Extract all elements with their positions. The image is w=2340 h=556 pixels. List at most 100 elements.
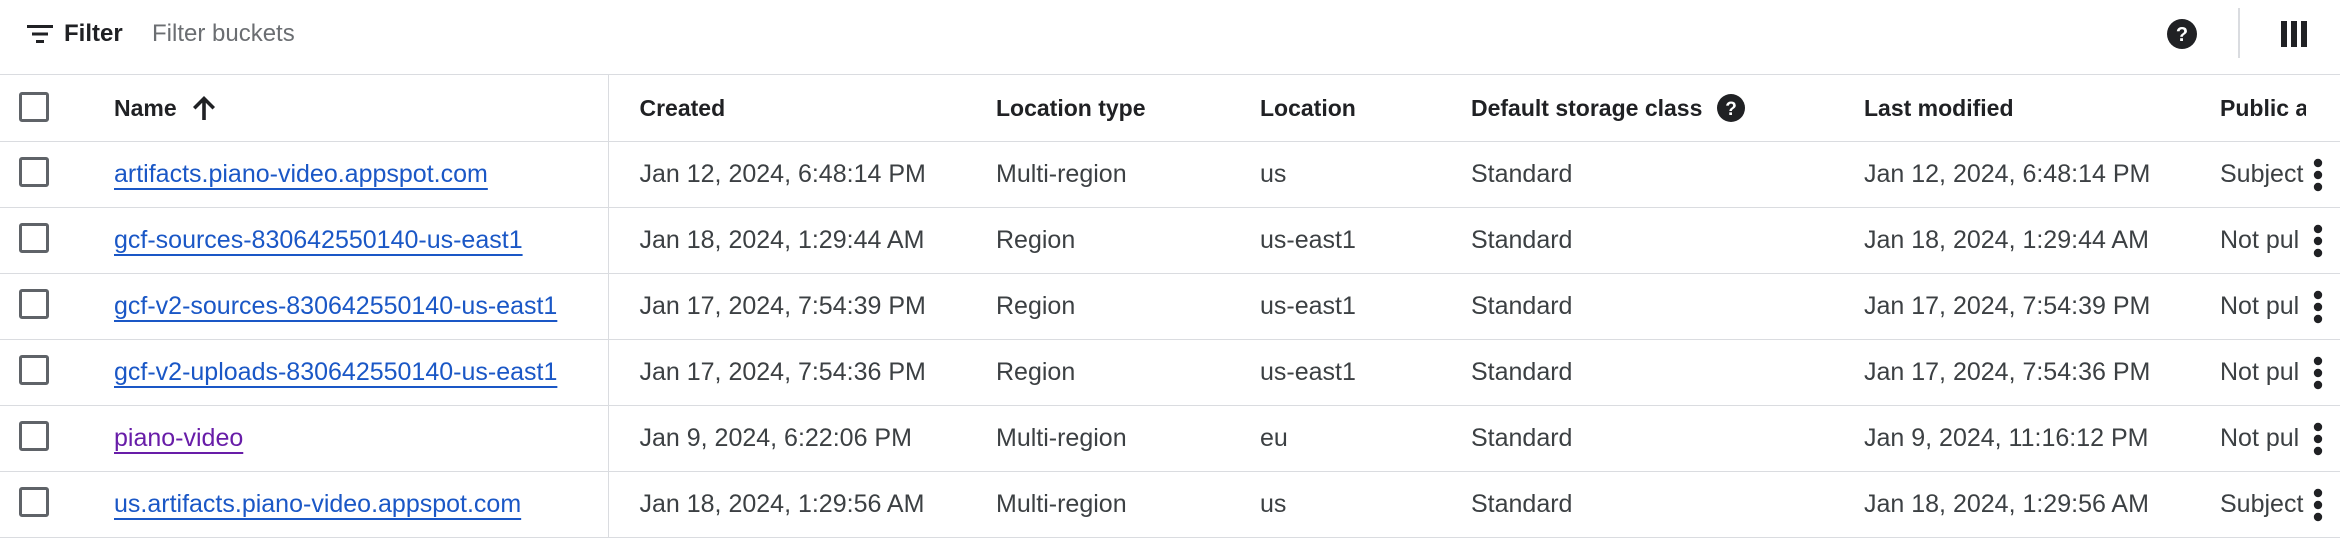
- help-circle-icon[interactable]: ?: [1716, 93, 1746, 123]
- column-header-actions: [2306, 74, 2340, 142]
- bucket-name-cell: gcf-v2-uploads-830642550140-us-east1: [114, 339, 609, 406]
- svg-text:?: ?: [1726, 99, 1738, 120]
- storage-class-cell: Standard: [1471, 207, 1864, 274]
- bucket-name-link[interactable]: us.artifacts.piano-video.appspot.com: [114, 490, 521, 518]
- location-type-cell: Multi-region: [996, 471, 1260, 538]
- bucket-name-link[interactable]: gcf-sources-830642550140-us-east1: [114, 226, 523, 254]
- row-actions-cell: [2306, 273, 2340, 340]
- last-modified-cell: Jan 12, 2024, 6:48:14 PM: [1864, 141, 2220, 208]
- bucket-name-link[interactable]: gcf-v2-uploads-830642550140-us-east1: [114, 358, 557, 386]
- row-actions-cell: [2306, 141, 2340, 208]
- public-access-cell: Not pul: [2220, 339, 2306, 406]
- row-checkbox[interactable]: [19, 354, 49, 385]
- storage-class-cell: Standard: [1471, 405, 1864, 472]
- location-cell: us-east1: [1260, 339, 1471, 406]
- row-actions-cell: [2306, 207, 2340, 274]
- created-cell: Jan 17, 2024, 7:54:36 PM: [608, 339, 996, 406]
- location-type-cell: Region: [996, 273, 1260, 340]
- row-select-cell: [0, 405, 114, 472]
- column-header-location-type[interactable]: Location type: [996, 74, 1260, 142]
- filter-label: Filter: [64, 20, 123, 47]
- row-actions-cell: [2306, 471, 2340, 538]
- bucket-name-cell: gcf-v2-sources-830642550140-us-east1: [114, 273, 609, 340]
- bucket-name-link[interactable]: gcf-v2-sources-830642550140-us-east1: [114, 292, 557, 320]
- row-checkbox[interactable]: [19, 222, 49, 253]
- bucket-name-link[interactable]: piano-video: [114, 424, 243, 452]
- created-cell: Jan 18, 2024, 1:29:44 AM: [608, 207, 996, 274]
- column-header-name-label: Name: [114, 94, 177, 121]
- storage-class-cell: Standard: [1471, 273, 1864, 340]
- created-cell: Jan 12, 2024, 6:48:14 PM: [608, 141, 996, 208]
- row-checkbox[interactable]: [19, 486, 49, 517]
- column-header-name[interactable]: Name: [114, 74, 609, 142]
- bucket-name-link[interactable]: artifacts.piano-video.appspot.com: [114, 160, 488, 188]
- select-all-checkbox[interactable]: [19, 92, 49, 122]
- table-row: gcf-sources-830642550140-us-east1 Jan 18…: [0, 207, 2340, 274]
- column-display-icon[interactable]: [2281, 20, 2307, 48]
- location-type-cell: Region: [996, 207, 1260, 274]
- arrow-up-icon[interactable]: [191, 94, 217, 122]
- row-checkbox[interactable]: [19, 420, 49, 451]
- row-select-cell: [0, 141, 114, 208]
- bucket-name-cell: us.artifacts.piano-video.appspot.com: [114, 471, 609, 538]
- column-header-storage-class[interactable]: Default storage class ?: [1471, 74, 1864, 142]
- location-type-cell: Multi-region: [996, 405, 1260, 472]
- filter-lines-icon: [27, 25, 53, 43]
- last-modified-cell: Jan 18, 2024, 1:29:56 AM: [1864, 471, 2220, 538]
- public-access-cell: Not pul: [2220, 207, 2306, 274]
- table-toolbar: Filter ?: [0, 0, 2340, 68]
- row-actions-cell: [2306, 339, 2340, 406]
- more-vert-icon[interactable]: [2312, 422, 2324, 456]
- table-row: piano-video Jan 9, 2024, 6:22:06 PM Mult…: [0, 405, 2340, 472]
- created-cell: Jan 9, 2024, 6:22:06 PM: [608, 405, 996, 472]
- column-header-storage-class-label: Default storage class: [1471, 94, 1703, 121]
- location-cell: eu: [1260, 405, 1471, 472]
- table-row: gcf-v2-sources-830642550140-us-east1 Jan…: [0, 273, 2340, 340]
- location-type-cell: Multi-region: [996, 141, 1260, 208]
- created-cell: Jan 17, 2024, 7:54:39 PM: [608, 273, 996, 340]
- row-select-cell: [0, 471, 114, 538]
- row-checkbox[interactable]: [19, 156, 49, 187]
- bucket-name-cell: gcf-sources-830642550140-us-east1: [114, 207, 609, 274]
- more-vert-icon[interactable]: [2312, 224, 2324, 258]
- column-header-public-access[interactable]: Public a: [2220, 74, 2306, 142]
- svg-text:?: ?: [2176, 24, 2188, 46]
- select-all-cell: [0, 74, 114, 142]
- bucket-name-cell: piano-video: [114, 405, 609, 472]
- storage-class-cell: Standard: [1471, 141, 1864, 208]
- public-access-cell: Subject: [2220, 471, 2306, 538]
- column-header-location[interactable]: Location: [1260, 74, 1471, 142]
- toolbar-divider: [2238, 8, 2240, 58]
- help-circle-icon[interactable]: ?: [2165, 17, 2199, 51]
- more-vert-icon[interactable]: [2312, 488, 2324, 522]
- buckets-table-container: Name Created Location type Location Defa…: [0, 74, 2340, 540]
- buckets-table: Name Created Location type Location Defa…: [0, 74, 2340, 538]
- row-select-cell: [0, 273, 114, 340]
- location-cell: us-east1: [1260, 207, 1471, 274]
- filter-button[interactable]: Filter: [26, 14, 123, 54]
- column-header-last-modified[interactable]: Last modified: [1864, 74, 2220, 142]
- location-cell: us: [1260, 471, 1471, 538]
- storage-class-cell: Standard: [1471, 339, 1864, 406]
- table-row: us.artifacts.piano-video.appspot.com Jan…: [0, 471, 2340, 538]
- table-header-row: Name Created Location type Location Defa…: [0, 74, 2340, 142]
- table-row: gcf-v2-uploads-830642550140-us-east1 Jan…: [0, 339, 2340, 406]
- row-actions-cell: [2306, 405, 2340, 472]
- last-modified-cell: Jan 17, 2024, 7:54:39 PM: [1864, 273, 2220, 340]
- column-header-created[interactable]: Created: [608, 74, 996, 142]
- public-access-cell: Not pul: [2220, 273, 2306, 340]
- public-access-cell: Subject: [2220, 141, 2306, 208]
- created-cell: Jan 18, 2024, 1:29:56 AM: [608, 471, 996, 538]
- filter-buckets-input[interactable]: [150, 14, 750, 54]
- last-modified-cell: Jan 9, 2024, 11:16:12 PM: [1864, 405, 2220, 472]
- storage-class-cell: Standard: [1471, 471, 1864, 538]
- bucket-name-cell: artifacts.piano-video.appspot.com: [114, 141, 609, 208]
- more-vert-icon[interactable]: [2312, 290, 2324, 324]
- more-vert-icon[interactable]: [2312, 158, 2324, 192]
- location-type-cell: Region: [996, 339, 1260, 406]
- public-access-cell: Not pul: [2220, 405, 2306, 472]
- row-checkbox[interactable]: [19, 288, 49, 319]
- row-select-cell: [0, 207, 114, 274]
- last-modified-cell: Jan 17, 2024, 7:54:36 PM: [1864, 339, 2220, 406]
- more-vert-icon[interactable]: [2312, 356, 2324, 390]
